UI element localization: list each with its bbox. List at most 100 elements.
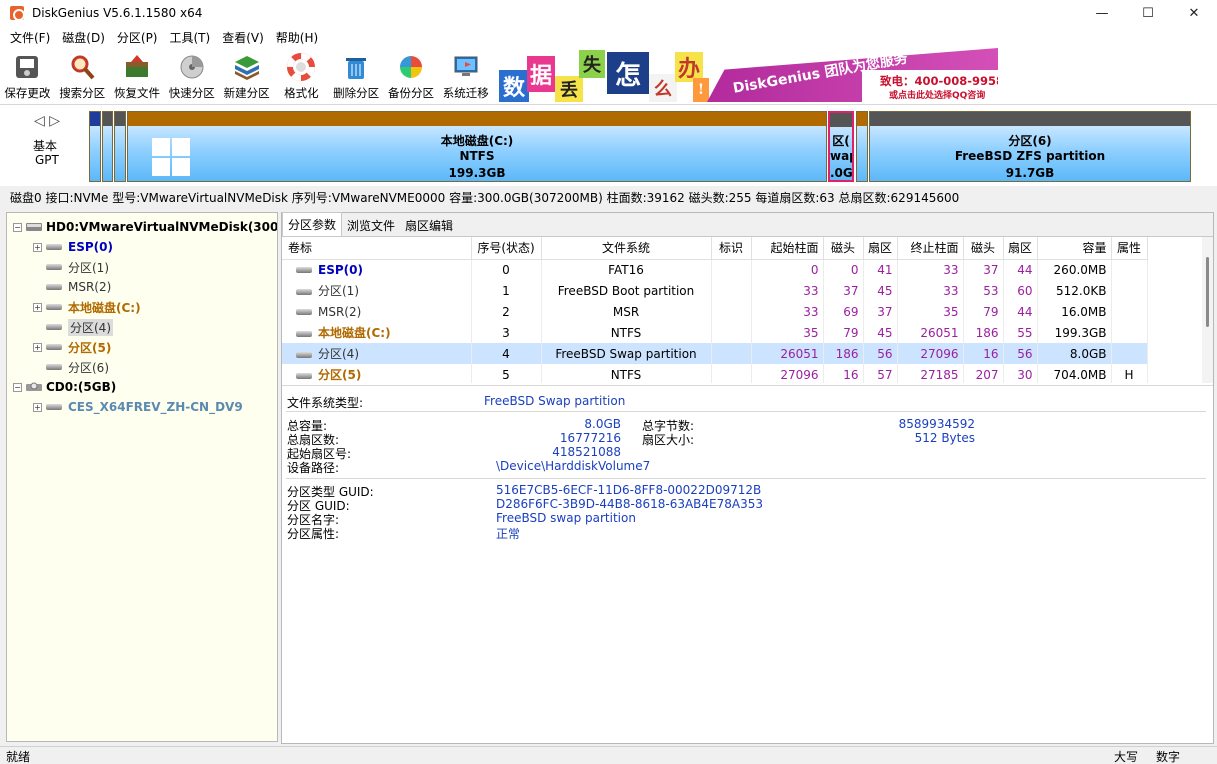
tree-cd0[interactable]: − CD0:(5GB) — [13, 377, 116, 397]
col-header-start-cyl[interactable]: 起始柱面 — [751, 237, 824, 260]
tree-item-partition6[interactable]: 分区(6) — [46, 357, 109, 377]
save-changes-button[interactable]: 保存更改 — [0, 48, 55, 104]
col-header-label[interactable]: 卷标 — [282, 237, 472, 260]
map-partition-4-selected[interactable]: 区( wap .0G — [828, 111, 854, 182]
banner-tile: 怎 — [607, 52, 649, 94]
map-partition-msr[interactable] — [114, 111, 126, 182]
col-header-attr[interactable]: 属性 — [1111, 237, 1148, 260]
tree-disk0[interactable]: − HD0:VMwareVirtualNVMeDisk(300G — [13, 217, 277, 237]
cell-end-sector: 60 — [1003, 280, 1038, 301]
tab-browse-files[interactable]: 浏览文件 — [342, 214, 400, 236]
cell-start-sector: 45 — [863, 280, 898, 301]
partition-table: 卷标 序号(状态) 文件系统 标识 起始柱面 磁头 扇区 终止柱面 磁头 扇区 … — [282, 237, 1200, 383]
col-header-start-sector[interactable]: 扇区 — [863, 237, 898, 260]
table-scrollbar[interactable] — [1202, 237, 1213, 383]
col-header-capacity[interactable]: 容量 — [1037, 237, 1112, 260]
collapse-icon[interactable]: − — [13, 222, 22, 232]
menu-file[interactable]: 文件(F) — [4, 29, 56, 46]
scroll-thumb[interactable] — [1206, 257, 1209, 327]
menu-view[interactable]: 查看(V) — [216, 29, 270, 46]
tree-item-partition5[interactable]: + 分区(5) — [33, 337, 111, 357]
cell-index: 5 — [471, 364, 542, 383]
detail-value: 16777216 — [559, 431, 621, 445]
quick-partition-disk-icon — [177, 52, 207, 82]
magnifier-icon — [67, 52, 97, 82]
map-partition-6[interactable]: 分区(6) FreeBSD ZFS partition 91.7GB — [869, 111, 1191, 182]
menu-partition[interactable]: 分区(P) — [111, 29, 164, 46]
map-partition-esp[interactable] — [89, 111, 101, 182]
cell-start-cyl: 27096 — [751, 364, 824, 383]
tree-item-msr[interactable]: MSR(2) — [46, 277, 111, 297]
table-row[interactable]: ESP(0) 0 FAT16 0 0 41 33 37 44 260.0MB — [282, 259, 1148, 280]
col-header-index[interactable]: 序号(状态) — [471, 237, 542, 260]
detail-value: \Device\HarddiskVolume7 — [496, 459, 651, 473]
cell-end-sector: 55 — [1003, 322, 1038, 343]
tree-item-label: 分区(6) — [68, 360, 109, 375]
collapse-icon[interactable]: − — [13, 382, 22, 392]
table-row[interactable]: 分区(1) 1 FreeBSD Boot partition 33 37 45 33 53 60… — [282, 280, 1148, 301]
cell-capacity: 199.3GB — [1037, 322, 1112, 343]
table-row[interactable]: 本地磁盘(C:) 3 NTFS 35 79 45 26051 186 55 199.3GB — [282, 322, 1148, 343]
table-row[interactable]: MSR(2) 2 MSR 33 69 37 35 79 44 16.0MB — [282, 301, 1148, 322]
menu-tools[interactable]: 工具(T) — [164, 29, 217, 46]
tree-item-esp[interactable]: + ESP(0) — [33, 237, 113, 257]
row-label-text: MSR(2) — [318, 304, 362, 319]
maximize-button[interactable]: ☐ — [1125, 0, 1171, 26]
cell-id — [711, 364, 752, 383]
col-header-end-cyl[interactable]: 终止柱面 — [897, 237, 964, 260]
menu-help[interactable]: 帮助(H) — [270, 29, 324, 46]
search-partition-button[interactable]: 搜索分区 — [55, 48, 110, 104]
tree-item-label: 本地磁盘(C:) — [68, 300, 141, 315]
cell-capacity: 260.0MB — [1037, 259, 1112, 280]
tab-partition-params[interactable]: 分区参数 — [282, 212, 343, 236]
col-header-fs[interactable]: 文件系统 — [541, 237, 712, 260]
expand-icon[interactable]: + — [33, 242, 42, 252]
cell-start-head: 0 — [823, 259, 864, 280]
tree-item-c[interactable]: + 本地磁盘(C:) — [33, 297, 141, 317]
map-partition-5[interactable] — [856, 111, 868, 182]
cell-end-cyl: 35 — [897, 301, 964, 322]
tree-item-cd-volume[interactable]: + CES_X64FREV_ZH-CN_DV9 — [33, 397, 243, 417]
col-header-id[interactable]: 标识 — [711, 237, 752, 260]
tab-sector-edit[interactable]: 扇区编辑 — [400, 214, 458, 236]
expand-icon[interactable]: + — [33, 302, 42, 312]
expand-icon[interactable]: + — [33, 402, 42, 412]
map-p6-fs: FreeBSD ZFS partition — [954, 149, 1106, 163]
backup-partition-button[interactable]: 备份分区 — [384, 48, 439, 104]
tree-item-label: 分区(1) — [68, 260, 109, 275]
expand-icon[interactable]: + — [33, 342, 42, 352]
map-partition-c[interactable]: 本地磁盘(C:) NTFS 199.3GB — [127, 111, 827, 182]
partition-icon — [46, 264, 62, 270]
delete-partition-button[interactable]: 删除分区 — [329, 48, 384, 104]
format-button[interactable]: 格式化 — [274, 48, 329, 104]
close-button[interactable]: ✕ — [1171, 0, 1217, 26]
banner-tile: 么 — [649, 74, 677, 102]
table-row[interactable]: 分区(4) 4 FreeBSD Swap partition 26051 186 56 27… — [282, 343, 1148, 364]
title-bar: DiskGenius V5.6.1.1580 x64 — ☐ ✕ — [0, 0, 1217, 26]
col-header-start-head[interactable]: 磁头 — [823, 237, 864, 260]
detail-value: 512 Bytes — [914, 431, 975, 445]
banner-qq-link[interactable]: 或点击此处选择QQ咨询 — [889, 88, 985, 101]
disk-nav-arrows[interactable]: ◁ ▷ — [34, 113, 60, 129]
new-partition-button[interactable]: 新建分区 — [219, 48, 274, 104]
promo-banner[interactable]: 数 据 丢 失 怎 么 办 ! DiskGenius 团队为您服务 致电：400… — [497, 48, 998, 102]
partition-icon — [46, 284, 62, 290]
row-label-text: 本地磁盘(C:) — [318, 326, 391, 340]
tree-item-partition1[interactable]: 分区(1) — [46, 257, 109, 277]
menu-disk[interactable]: 磁盘(D) — [56, 29, 111, 46]
partition-icon — [296, 288, 312, 295]
system-migration-button[interactable]: 系统迁移 — [438, 48, 493, 104]
quick-partition-button[interactable]: 快速分区 — [164, 48, 219, 104]
minimize-button[interactable]: — — [1079, 0, 1125, 26]
status-caps: 大写 — [1114, 749, 1139, 764]
trash-can-icon — [341, 52, 371, 82]
col-header-end-head[interactable]: 磁头 — [963, 237, 1004, 260]
map-p6-size: 91.7GB — [1005, 166, 1055, 180]
table-row[interactable]: 分区(5) 5 NTFS 27096 16 57 27185 207 30 704.0MB H — [282, 364, 1148, 383]
recover-files-button[interactable]: 恢复文件 — [110, 48, 165, 104]
tree-item-partition4-selected[interactable]: 分区(4) — [46, 317, 113, 337]
cell-end-cyl: 33 — [897, 280, 964, 301]
status-num: 数字 — [1156, 749, 1181, 764]
col-header-end-sector[interactable]: 扇区 — [1003, 237, 1038, 260]
map-partition-1[interactable] — [102, 111, 113, 182]
